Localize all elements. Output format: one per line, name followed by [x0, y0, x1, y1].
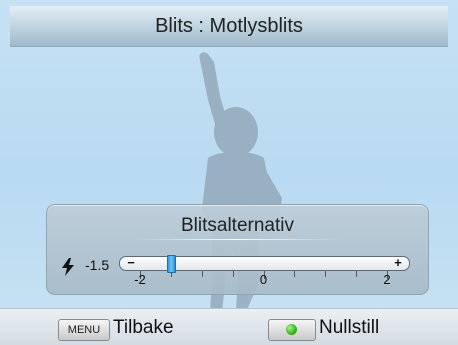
- flash-options-panel: Blitsalternativ -1.5 − + -2 0 2: [46, 204, 429, 295]
- slider-tick: [294, 271, 296, 277]
- menu-key[interactable]: MENU: [58, 319, 110, 341]
- reset-key[interactable]: [268, 319, 316, 341]
- slider-tick: [356, 271, 358, 277]
- green-dot-icon: [286, 324, 297, 335]
- scale-label-min: -2: [134, 272, 146, 287]
- flash-compensation-value: -1.5: [85, 257, 110, 273]
- bottom-bar: MENU Tilbake Nullstill: [0, 308, 458, 345]
- slider-tick: [201, 271, 203, 277]
- slider-tick: [232, 271, 234, 277]
- scale-label-mid: 0: [259, 272, 268, 287]
- back-label[interactable]: Tilbake: [113, 317, 174, 339]
- reset-label[interactable]: Nullstill: [319, 317, 379, 339]
- scale-label-max: 2: [383, 272, 391, 287]
- title-bar: Blits : Motlysblits: [10, 6, 448, 47]
- slider-thumb[interactable]: [166, 255, 176, 273]
- slider-tick: [325, 271, 327, 277]
- panel-divider: [132, 239, 343, 240]
- slider-minus-button[interactable]: −: [124, 256, 138, 269]
- panel-title: Blitsalternativ: [181, 215, 294, 236]
- page-title: Blits : Motlysblits: [155, 14, 303, 37]
- flash-compensation-slider[interactable]: − +: [119, 256, 410, 271]
- slider-plus-button[interactable]: +: [391, 256, 405, 269]
- flash-icon: [62, 258, 74, 276]
- camera-screen: Blits : Motlysblits Blitsalternativ -1.5…: [0, 0, 458, 345]
